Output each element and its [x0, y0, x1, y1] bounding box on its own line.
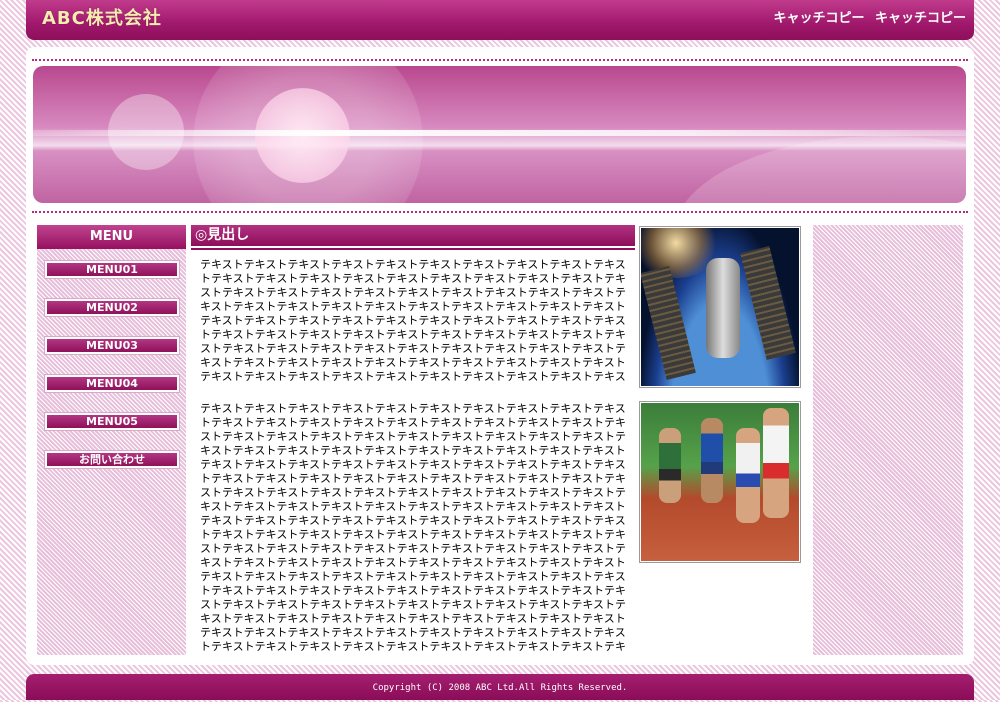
hero-banner [33, 66, 966, 203]
menu-item-label: MENU02 [47, 301, 177, 314]
section-heading: ◎見出し [191, 225, 635, 248]
satellite-body [706, 258, 740, 358]
menu-item-label: MENU05 [47, 415, 177, 428]
banner-arc [673, 136, 966, 203]
main-panel: MENU MENU01 MENU02 MENU03 MENU04 MENU05 … [26, 47, 974, 665]
menu-item-01[interactable]: MENU01 [44, 260, 180, 279]
runner-4 [763, 408, 789, 518]
satellite-panel-left [641, 266, 696, 380]
satellite-photo [639, 226, 801, 388]
menu-title: MENU [37, 225, 186, 249]
banner-light-streak [33, 130, 966, 136]
menu-item-04[interactable]: MENU04 [44, 374, 180, 393]
runner-1 [659, 428, 681, 503]
runner-2 [701, 418, 723, 503]
runner-3 [736, 428, 760, 523]
menu-item-label: お問い合わせ [47, 453, 177, 466]
menu-item-label: MENU01 [47, 263, 177, 276]
runners-photo [639, 401, 801, 563]
copyright-text: Copyright (C) 2008 ABC Ltd.All Rights Re… [372, 683, 628, 693]
divider-bottom [32, 211, 968, 213]
company-logo[interactable]: ABC株式会社 [42, 4, 162, 30]
contact-button[interactable]: お問い合わせ [44, 450, 180, 469]
menu-item-label: MENU03 [47, 339, 177, 352]
right-sidebar [813, 225, 963, 655]
menu-item-03[interactable]: MENU03 [44, 336, 180, 355]
body-text-2: テキストテキストテキストテキストテキストテキストテキストテキストテキストテキスト… [200, 402, 627, 653]
sidebar: MENU MENU01 MENU02 MENU03 MENU04 MENU05 … [37, 225, 186, 655]
menu-item-02[interactable]: MENU02 [44, 298, 180, 317]
catchcopy-1: キャッチコピー [773, 11, 865, 26]
body-text-1: テキストテキストテキストテキストテキストテキストテキストテキストテキストテキスト… [200, 258, 627, 383]
satellite-panel-right [740, 246, 796, 360]
divider-top [32, 59, 968, 61]
menu-item-label: MENU04 [47, 377, 177, 390]
catchcopy: キャッチコピー キャッチコピー [767, 7, 966, 26]
catchcopy-2: キャッチコピー [874, 11, 966, 26]
menu-item-05[interactable]: MENU05 [44, 412, 180, 431]
site-header: ABC株式会社 キャッチコピー キャッチコピー [26, 0, 974, 40]
content-area: ◎見出し テキストテキストテキストテキストテキストテキストテキストテキストテキス… [191, 225, 635, 655]
site-footer: Copyright (C) 2008 ABC Ltd.All Rights Re… [26, 674, 974, 700]
